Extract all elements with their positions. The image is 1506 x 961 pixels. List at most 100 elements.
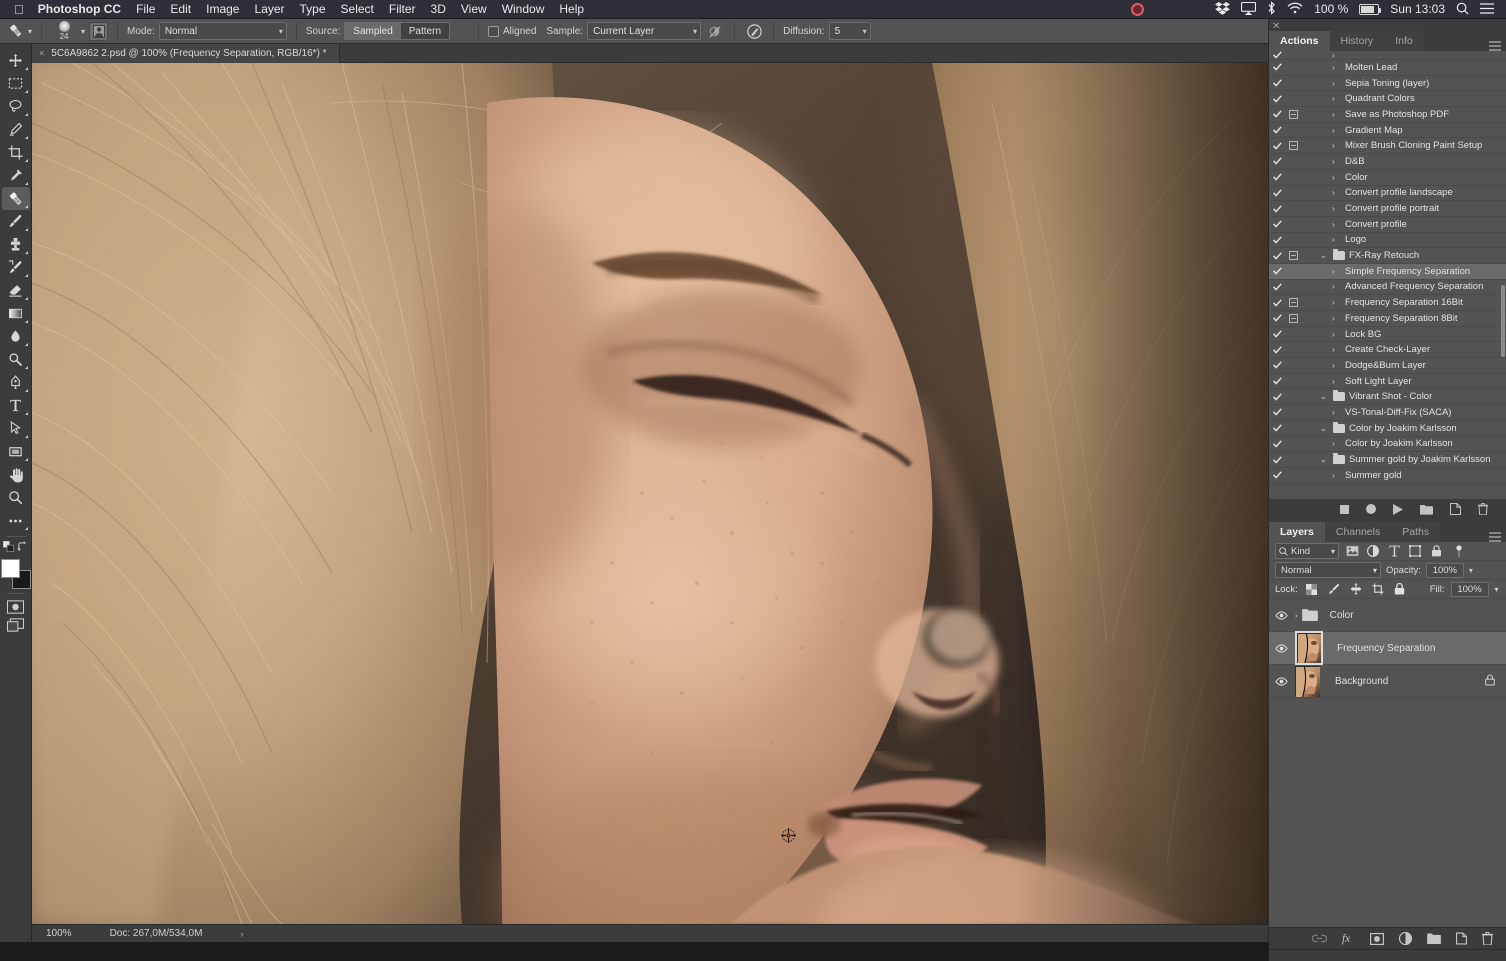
spotlight-search-icon[interactable] <box>1456 2 1469 17</box>
aligned-checkbox[interactable] <box>488 25 500 37</box>
source-segmented-control[interactable]: Sampled Pattern <box>344 22 451 40</box>
menu-view[interactable]: View <box>461 2 487 16</box>
action-row[interactable]: › VS-Tonal-Diff-Fix (SACA) <box>1269 405 1506 421</box>
layer-rows[interactable]: › Color Frequency Separation Background <box>1269 599 1506 698</box>
layer-group-icons[interactable]: › <box>1295 609 1318 621</box>
layer-visibility-eye-icon[interactable] <box>1273 610 1289 620</box>
chevron-right-icon[interactable]: › <box>1332 110 1341 119</box>
canvas-area[interactable] <box>32 63 1268 924</box>
brush-tool[interactable] <box>2 210 30 233</box>
action-toggle-checkbox[interactable] <box>1269 408 1285 417</box>
brush-preset-picker-icon[interactable] <box>89 21 109 41</box>
crop-tool[interactable] <box>2 141 30 164</box>
brush-size-preview[interactable]: 24 <box>51 20 77 42</box>
action-row[interactable]: › Sepia Toning (layer) <box>1269 76 1506 92</box>
chevron-right-icon[interactable]: › <box>1332 439 1341 448</box>
dropbox-icon[interactable] <box>1215 1 1231 17</box>
menu-file[interactable]: File <box>136 2 155 16</box>
action-row[interactable]: › Logo <box>1269 233 1506 249</box>
sample-select[interactable]: Current Layer ▾ <box>587 22 702 40</box>
screen-mode-icon[interactable] <box>4 616 28 634</box>
action-toggle-checkbox[interactable] <box>1269 173 1285 181</box>
action-toggle-checkbox[interactable] <box>1269 330 1285 338</box>
color-swatches[interactable] <box>0 559 31 589</box>
gradient-tool[interactable] <box>2 302 30 325</box>
filter-type-layers-icon[interactable] <box>1386 543 1402 559</box>
history-brush-tool[interactable] <box>2 256 30 279</box>
quick-selection-tool[interactable] <box>2 118 30 141</box>
tab-layers[interactable]: Layers <box>1269 522 1325 542</box>
dodge-tool[interactable] <box>2 348 30 371</box>
healing-brush-tool[interactable] <box>1 187 30 210</box>
chevron-down-icon[interactable]: ⌄ <box>1320 251 1329 260</box>
eyedropper-tool[interactable] <box>2 164 30 187</box>
create-new-set-button[interactable] <box>1420 504 1433 515</box>
action-toggle-checkbox[interactable] <box>1269 95 1285 103</box>
action-row[interactable]: › Frequency Separation 8Bit <box>1269 311 1506 327</box>
hand-tool[interactable] <box>2 463 30 486</box>
action-toggle-checkbox[interactable] <box>1269 126 1285 134</box>
fill-slider-chevron-icon[interactable]: ▾ <box>1495 585 1499 594</box>
blend-mode-select[interactable]: Normal ▾ <box>1275 562 1381 578</box>
action-row[interactable]: › Gradient Map <box>1269 123 1506 139</box>
action-row[interactable]: › D&B <box>1269 154 1506 170</box>
action-row[interactable]: › Color <box>1269 170 1506 186</box>
eraser-tool[interactable] <box>2 279 30 302</box>
action-toggle-checkbox[interactable] <box>1269 471 1285 479</box>
action-dialog-toggle-icon[interactable] <box>1285 313 1302 323</box>
new-group-button[interactable] <box>1427 933 1441 944</box>
layer-thumbnail[interactable] <box>1295 666 1320 697</box>
blur-tool[interactable] <box>2 325 30 348</box>
action-row[interactable]: › Convert profile <box>1269 217 1506 233</box>
action-row[interactable]: › Quadrant Colors <box>1269 91 1506 108</box>
layer-thumbnail[interactable] <box>1295 631 1323 665</box>
action-toggle-checkbox[interactable] <box>1269 455 1285 464</box>
action-set-row[interactable]: ⌄ Summer gold by Joakim Karlsson <box>1269 452 1506 468</box>
bluetooth-icon[interactable] <box>1267 1 1276 17</box>
action-row[interactable]: › Convert profile landscape <box>1269 186 1506 202</box>
action-toggle-checkbox[interactable] <box>1269 361 1285 370</box>
layer-visibility-eye-icon[interactable] <box>1273 676 1289 686</box>
action-toggle-checkbox[interactable] <box>1269 393 1285 401</box>
chevron-down-icon[interactable]: ⌄ <box>1320 392 1329 401</box>
tab-actions[interactable]: Actions <box>1269 31 1330 51</box>
menu-help[interactable]: Help <box>559 2 584 16</box>
new-adjustment-layer-button[interactable] <box>1399 932 1412 945</box>
opacity-value-field[interactable]: 100% <box>1425 562 1464 578</box>
chevron-right-icon[interactable]: › <box>1332 282 1341 291</box>
path-selection-tool[interactable] <box>2 417 30 440</box>
action-toggle-checkbox[interactable] <box>1269 157 1285 166</box>
chevron-down-icon[interactable]: ⌄ <box>1320 455 1329 464</box>
menu-app-name[interactable]: Photoshop CC <box>38 2 121 16</box>
action-toggle-checkbox[interactable] <box>1269 142 1285 150</box>
play-selection-button[interactable] <box>1393 503 1403 515</box>
action-toggle-checkbox[interactable] <box>1269 424 1285 432</box>
action-row[interactable]: › Simple Frequency Separation <box>1269 263 1506 280</box>
swap-foreground-background-icon[interactable] <box>17 541 28 555</box>
filter-toggle-switch-icon[interactable] <box>1451 543 1467 559</box>
action-row[interactable]: › Mixer Brush Cloning Paint Setup <box>1269 138 1506 155</box>
action-toggle-checkbox[interactable] <box>1269 267 1285 275</box>
filter-pixel-layers-icon[interactable] <box>1344 543 1360 559</box>
lock-position-icon[interactable] <box>1348 581 1364 597</box>
close-icon[interactable]: × <box>39 48 44 58</box>
stop-playing-recording-button[interactable] <box>1340 504 1349 514</box>
rectangle-shape-tool[interactable] <box>2 440 30 463</box>
chevron-right-icon[interactable]: › <box>1332 361 1341 370</box>
chevron-right-icon[interactable]: › <box>1332 471 1341 480</box>
action-dialog-toggle-icon[interactable] <box>1285 109 1302 119</box>
tab-paths[interactable]: Paths <box>1391 522 1441 542</box>
action-toggle-checkbox[interactable] <box>1269 110 1285 119</box>
action-row[interactable]: › Advanced Frequency Separation <box>1269 280 1506 296</box>
zoom-level-label[interactable]: 100% <box>46 928 72 939</box>
actions-list[interactable]: › › Molten Lead › Sepia Toning (layer) › Quadr… <box>1269 51 1506 499</box>
action-set-row[interactable]: ⌄ Color by Joakim Karlsson <box>1269 421 1506 437</box>
chevron-right-icon[interactable]: › <box>1332 141 1341 150</box>
filter-smart-object-icon[interactable] <box>1428 543 1444 559</box>
layers-panel-menu-icon[interactable] <box>1489 532 1501 542</box>
new-layer-button[interactable] <box>1456 932 1467 945</box>
menu-filter[interactable]: Filter <box>389 2 416 16</box>
menu-select[interactable]: Select <box>341 2 374 16</box>
current-tool-picker[interactable]: ▾ <box>6 22 32 41</box>
menu-image[interactable]: Image <box>206 2 239 16</box>
